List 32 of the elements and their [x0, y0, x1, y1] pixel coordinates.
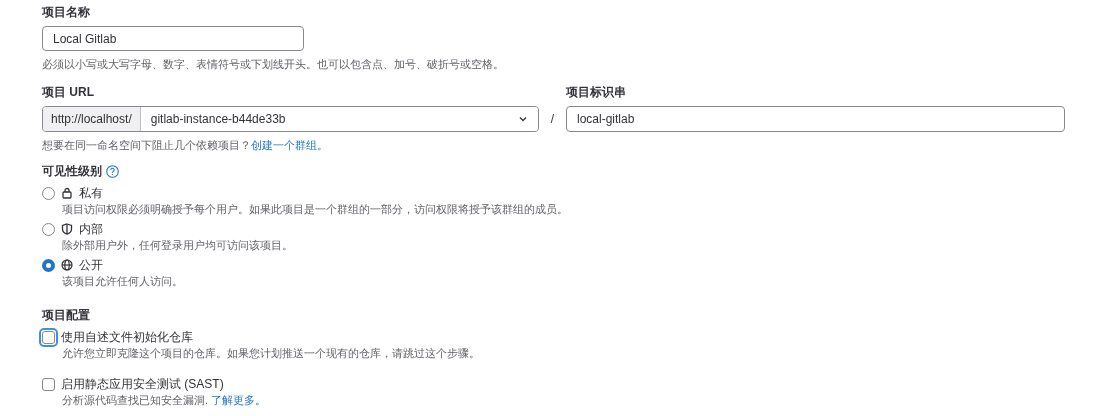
- globe-icon: [61, 259, 73, 271]
- url-prefix: http://localhost/: [43, 107, 141, 131]
- project-name-field[interactable]: Local Gitlab: [42, 26, 304, 51]
- radio-button[interactable]: [42, 222, 55, 236]
- chevron-down-icon: [518, 114, 528, 124]
- option-description: 除外部用户外，任何登录用户均可访问该项目。: [61, 238, 294, 253]
- project-slug-field[interactable]: local-gitlab: [566, 106, 1065, 132]
- shield-icon: [61, 223, 73, 235]
- create-group-link[interactable]: 创建一个群组。: [251, 139, 328, 151]
- learn-more-link[interactable]: 了解更多。: [211, 394, 267, 406]
- option-label: 私有: [79, 185, 103, 201]
- help-text: 想要在同一命名空间下阻止几个依赖项目？创建一个群组。: [42, 138, 329, 153]
- option-label: 公开: [79, 257, 103, 273]
- option-description: 项目访问权限必须明确授予每个用户。如果此项目是一个群组的一部分，访问权限将授予该群组的成员。: [61, 202, 569, 217]
- option-description: 允许您立即克隆这个项目的仓库。如果您计划推送一个现有的仓库，请跳过这个步骤。: [61, 346, 481, 361]
- section-label: 可见性级别: [42, 163, 102, 179]
- radio-button[interactable]: [42, 186, 55, 200]
- radio-button[interactable]: [42, 258, 55, 272]
- field-label: 项目 URL: [42, 84, 95, 100]
- checkbox[interactable]: [42, 377, 55, 391]
- option-label: 使用自述文件初始化仓库: [61, 329, 193, 345]
- path-separator: /: [549, 111, 556, 128]
- option-description: 该项目允许任何人访问。: [61, 274, 184, 289]
- lock-icon: [61, 187, 73, 199]
- option-label: 启用静态应用安全测试 (SAST): [61, 376, 224, 392]
- field-label: 项目标识串: [566, 84, 627, 100]
- help-text: 必须以小写或大写字母、数字、表情符号或下划线开头。也可以包含点、加号、破折号或空格。: [42, 57, 505, 72]
- help-icon[interactable]: [106, 164, 119, 178]
- field-label: 项目名称: [42, 4, 91, 20]
- option-description: 分析源代码查找已知安全漏洞. 了解更多。: [61, 393, 268, 408]
- section-label: 项目配置: [42, 307, 91, 323]
- option-label: 内部: [79, 221, 103, 237]
